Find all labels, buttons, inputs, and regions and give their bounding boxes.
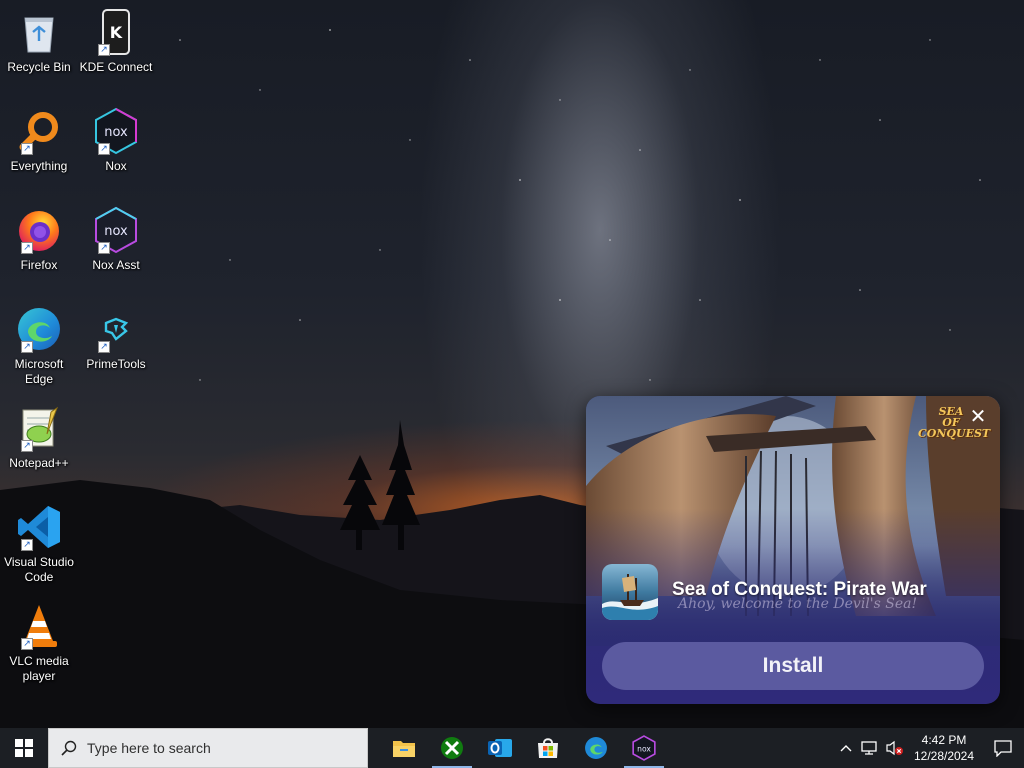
vlc-icon: ↗ [15, 602, 63, 650]
nox-asst-icon: nox ↗ [92, 206, 140, 254]
microsoft-store-icon [538, 738, 558, 758]
desktop-icon-label: Nox Asst [92, 258, 140, 272]
search-icon [61, 740, 77, 756]
desktop-icon-nox-asst[interactable]: nox ↗ Nox Asst [78, 206, 154, 273]
desktop-icon-label: Everything [10, 159, 68, 173]
desktop-icon-label: KDE Connect [79, 60, 153, 74]
shortcut-arrow-icon: ↗ [21, 341, 33, 353]
file-explorer-icon [393, 741, 415, 757]
shortcut-arrow-icon: ↗ [21, 440, 33, 452]
windows-logo-icon [15, 739, 33, 757]
clock-time: 4:42 PM [921, 733, 967, 747]
desktop-icon-label: Visual Studio Code [4, 555, 74, 584]
notification-icon [994, 740, 1012, 757]
system-tray: 4:42 PM 12/28/2024 [834, 728, 1024, 768]
edge-icon [585, 737, 607, 759]
taskbar-nox[interactable]: nox [620, 728, 668, 768]
xbox-icon [441, 737, 463, 759]
svg-text:nox: nox [637, 744, 651, 753]
speaker-muted-icon [886, 740, 903, 756]
network-icon [861, 741, 877, 755]
desktop-icon-label: Firefox [20, 258, 58, 272]
shortcut-arrow-icon: ↗ [21, 143, 33, 155]
kde-connect-icon: K ↗ [92, 8, 140, 56]
show-hidden-icons-button[interactable] [834, 728, 858, 768]
taskbar-xbox[interactable] [428, 728, 476, 768]
search-placeholder: Type here to search [87, 740, 211, 756]
close-icon[interactable]: ✕ [968, 406, 988, 426]
shortcut-arrow-icon: ↗ [98, 341, 110, 353]
desktop-icon-label: Recycle Bin [7, 60, 71, 74]
desktop-icon-label: VLC media player [9, 654, 69, 683]
svg-text:nox: nox [104, 125, 128, 140]
network-status-button[interactable] [858, 728, 882, 768]
firefox-icon: ↗ [15, 206, 63, 254]
game-app-icon [602, 564, 658, 620]
taskbar-outlook[interactable] [476, 728, 524, 768]
shortcut-arrow-icon: ↗ [98, 44, 110, 56]
shortcut-arrow-icon: ↗ [21, 539, 33, 551]
pinned-apps: nox [380, 728, 668, 768]
desktop-icon-label: Notepad++ [9, 456, 69, 470]
desktop-icon-kde-connect[interactable]: K ↗ KDE Connect [78, 8, 154, 75]
desktop-icon-primetools[interactable]: ↗ PrimeTools [78, 305, 154, 372]
game-ad-popup[interactable]: SEA OF CONQUEST ✕ Ahoy, welcome to the D… [586, 396, 1000, 704]
primetools-icon: ↗ [92, 305, 140, 353]
taskbar-edge[interactable] [572, 728, 620, 768]
taskbar-search-box[interactable]: Type here to search [48, 728, 368, 768]
desktop-icon-label: PrimeTools [86, 357, 146, 371]
desktop-icon-label: Microsoft Edge [14, 357, 64, 386]
clock-date: 12/28/2024 [913, 749, 975, 763]
nox-icon: nox ↗ [92, 107, 140, 155]
desktop-icon-vscode[interactable]: ↗ Visual Studio Code [1, 503, 77, 585]
action-center-button[interactable] [982, 728, 1024, 768]
desktop-icon-recycle-bin[interactable]: Recycle Bin [1, 8, 77, 75]
install-button[interactable]: Install [602, 642, 984, 690]
outlook-icon [488, 739, 512, 757]
taskbar-microsoft-store[interactable] [524, 728, 572, 768]
notepadpp-icon: ↗ [15, 404, 63, 452]
svg-text:K: K [110, 23, 123, 42]
taskbar-file-explorer[interactable] [380, 728, 428, 768]
volume-button[interactable] [882, 728, 906, 768]
chevron-up-icon [840, 745, 852, 752]
ad-title: Sea of Conquest: Pirate War [672, 579, 927, 600]
recycle-bin-icon [15, 8, 63, 56]
desktop-icon-nox[interactable]: nox ↗ Nox [78, 107, 154, 174]
svg-text:nox: nox [104, 224, 128, 239]
taskbar: Type here to search nox 4:42 PM 12/28/20… [0, 728, 1024, 768]
shortcut-arrow-icon: ↗ [21, 638, 33, 650]
edge-icon: ↗ [15, 305, 63, 353]
taskbar-clock[interactable]: 4:42 PM 12/28/2024 [906, 732, 982, 764]
desktop-icon-vlc[interactable]: ↗ VLC media player [1, 602, 77, 684]
magnifier-icon: ↗ [15, 107, 63, 155]
desktop-icon-label: Nox [105, 159, 127, 173]
nox-icon: nox [632, 735, 656, 761]
shortcut-arrow-icon: ↗ [21, 242, 33, 254]
desktop-icon-everything[interactable]: ↗ Everything [1, 107, 77, 174]
shortcut-arrow-icon: ↗ [98, 143, 110, 155]
desktop-icon-notepadpp[interactable]: ↗ Notepad++ [1, 404, 77, 471]
vscode-icon: ↗ [15, 503, 63, 551]
desktop-icon-firefox[interactable]: ↗ Firefox [1, 206, 77, 273]
start-button[interactable] [0, 728, 48, 768]
desktop-icon-edge[interactable]: ↗ Microsoft Edge [1, 305, 77, 387]
shortcut-arrow-icon: ↗ [98, 242, 110, 254]
